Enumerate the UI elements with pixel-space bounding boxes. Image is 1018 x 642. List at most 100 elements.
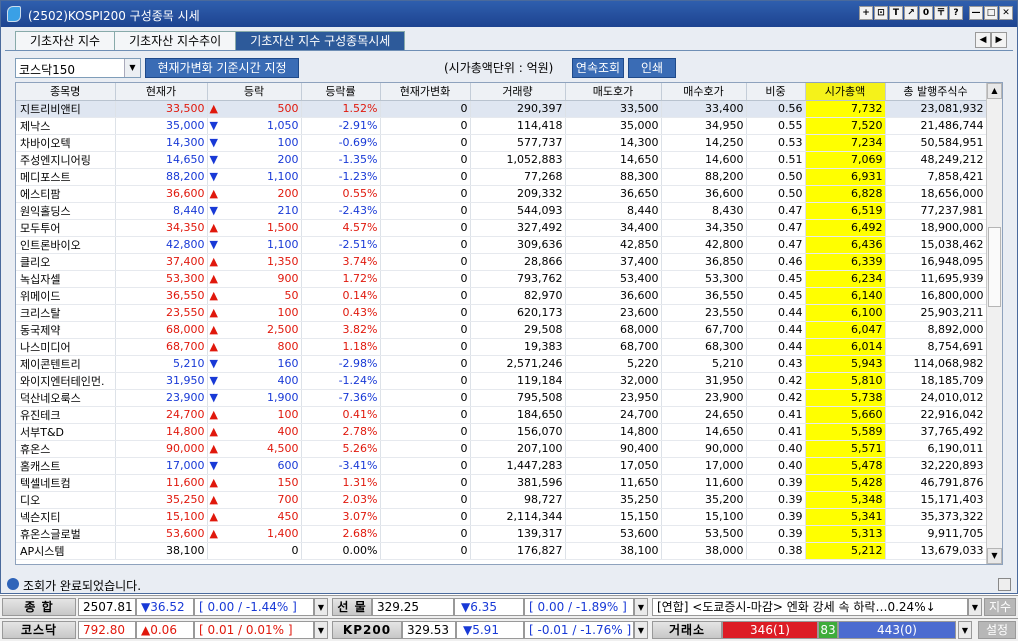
close-icon[interactable]: ✕ <box>999 6 1013 20</box>
maximize-icon[interactable]: □ <box>984 6 998 20</box>
cell-name: 제낙스 <box>16 117 116 135</box>
col-price-change[interactable]: 현재가변화 <box>380 83 471 101</box>
status-message: 조회가 완료되었습니다. <box>23 579 142 593</box>
chevron-down-icon[interactable]: ▼ <box>958 621 972 639</box>
zero-icon[interactable]: 0 <box>919 6 933 20</box>
table-row[interactable]: 모두투어 34,350 ▲ 1,500 4.57% 0 327,492 34,400 34,35… <box>16 219 987 237</box>
cell-market-cap: 6,140 <box>805 287 886 305</box>
screen-icon[interactable]: ⊡ <box>874 6 888 20</box>
tab-index[interactable]: 기초자산 지수 <box>15 31 116 51</box>
cell-price-change: 0 <box>380 185 471 203</box>
chevron-down-icon[interactable]: ▼ <box>314 621 328 639</box>
tab-prev-icon[interactable]: ◀ <box>975 32 991 48</box>
cell-rate: -2.51% <box>301 236 381 254</box>
change-value: 1,500 <box>267 221 299 234</box>
table-row[interactable]: 서부T&D 14,800 ▲ 400 2.78% 0 156,070 14,800 14,650… <box>16 423 987 441</box>
cell-shares: 13,679,033 <box>885 542 987 560</box>
table-row[interactable]: 휴온스 90,000 ▲ 4,500 5.26% 0 207,100 90,400 90,000… <box>16 440 987 458</box>
chevron-down-icon[interactable]: ▼ <box>634 598 648 616</box>
pin-icon[interactable]: 〒 <box>934 6 948 20</box>
resize-grip-icon[interactable] <box>998 578 1011 591</box>
col-ask[interactable]: 매도호가 <box>565 83 662 101</box>
print-button[interactable]: 인쇄 <box>628 58 676 78</box>
base-time-button[interactable]: 현재가변화 기준시간 지정 <box>145 58 299 78</box>
cell-bid: 35,200 <box>661 491 747 509</box>
col-change[interactable]: 등락 <box>207 83 302 101</box>
market-select[interactable]: 코스닥150 ▼ <box>15 58 141 78</box>
table-row[interactable]: 지트리비앤티 33,500 ▲ 500 1.52% 0 290,397 33,500 33,40… <box>16 100 987 118</box>
minimize-icon[interactable]: — <box>969 6 983 20</box>
kosdaq-value: 792.80 <box>78 621 136 639</box>
cell-bid: 53,300 <box>661 270 747 288</box>
scroll-thumb[interactable] <box>988 227 1001 307</box>
table-row[interactable]: 원익홀딩스 8,440 ▼ 210 -2.43% 0 544,093 8,440 8,430 0.… <box>16 202 987 220</box>
table-row[interactable]: 동국제약 68,000 ▲ 2,500 3.82% 0 29,508 68,000 67,700… <box>16 321 987 339</box>
cell-rate: -1.23% <box>301 168 381 186</box>
change-value: 210 <box>277 204 299 217</box>
up-arrow-icon: ▲ <box>209 425 218 438</box>
cell-ask: 35,000 <box>565 117 662 135</box>
table-row[interactable]: AP시스템 38,100 0 0.00% 0 176,827 38,100 38,000 0.3… <box>16 542 987 560</box>
table-row[interactable]: 차바이오텍 14,300 ▼ 100 -0.69% 0 577,737 14,300 14,25… <box>16 134 987 152</box>
cell-shares: 15,038,462 <box>885 236 987 254</box>
table-row[interactable]: 에스티팜 36,600 ▲ 200 0.55% 0 209,332 36,650 36,600 0… <box>16 185 987 203</box>
col-market-cap[interactable]: 시가총액 <box>805 83 886 101</box>
table-row[interactable]: 나스미디어 68,700 ▲ 800 1.18% 0 19,383 68,700 68,300 0… <box>16 338 987 356</box>
col-rate[interactable]: 등락률 <box>301 83 381 101</box>
tab-constituents[interactable]: 기초자산 지수 구성종목시세 <box>235 31 406 51</box>
table-row[interactable]: 인트론바이오 42,800 ▼ 1,100 -2.51% 0 309,636 42,850 42… <box>16 236 987 254</box>
cell-volume: 2,114,344 <box>470 508 566 526</box>
cell-shares: 46,791,876 <box>885 474 987 492</box>
cell-price-change: 0 <box>380 270 471 288</box>
scroll-down-icon[interactable]: ▼ <box>987 548 1002 564</box>
chevron-down-icon[interactable]: ▼ <box>634 621 648 639</box>
chevron-down-icon[interactable]: ▼ <box>124 59 140 77</box>
cell-bid: 14,650 <box>661 423 747 441</box>
help-icon[interactable]: ? <box>949 6 963 20</box>
table-row[interactable]: 메디포스트 88,200 ▼ 1,100 -1.23% 0 77,268 88,300 88,2… <box>16 168 987 186</box>
col-volume[interactable]: 거래량 <box>470 83 566 101</box>
index-button[interactable]: 지수 <box>984 598 1016 616</box>
settings-button[interactable]: 설정 <box>978 621 1016 639</box>
col-price[interactable]: 현재가 <box>115 83 208 101</box>
col-bid[interactable]: 매수호가 <box>661 83 747 101</box>
col-name[interactable]: 종목명 <box>16 83 116 101</box>
table-row[interactable]: 클리오 37,400 ▲ 1,350 3.74% 0 28,866 37,400 36,850 0… <box>16 253 987 271</box>
table-row[interactable]: 제이콘텐트리 5,210 ▼ 160 -2.98% 0 2,571,246 5,220 5,21… <box>16 355 987 373</box>
table-row[interactable]: 홈캐스트 17,000 ▼ 600 -3.41% 0 1,447,283 17,050 17,0… <box>16 457 987 475</box>
table-row[interactable]: 휴온스글로벌 53,600 ▲ 1,400 2.68% 0 139,317 53,600 53,… <box>16 525 987 543</box>
tab-index-trend[interactable]: 기초자산 지수추이 <box>114 31 237 51</box>
continuous-button[interactable]: 연속조회 <box>572 58 624 78</box>
news-ticker[interactable]: [연합] <도쿄증시-마감> 엔화 강세 속 하락…0.24%↓ <box>652 598 968 616</box>
cell-rate: -0.69% <box>301 134 381 152</box>
cell-weight: 0.50 <box>746 168 806 186</box>
chevron-down-icon[interactable]: ▼ <box>968 598 982 616</box>
add-icon[interactable]: + <box>859 6 873 20</box>
tab-next-icon[interactable]: ▶ <box>991 32 1007 48</box>
link-icon[interactable]: ↗ <box>904 6 918 20</box>
col-shares[interactable]: 총 발행주식수 <box>885 83 987 101</box>
vertical-scrollbar[interactable]: ▲ ▼ <box>986 83 1002 564</box>
table-row[interactable]: 덕산네오룩스 23,900 ▼ 1,900 -7.36% 0 795,508 23,950 23… <box>16 389 987 407</box>
table-row[interactable]: 녹십자셀 53,300 ▲ 900 1.72% 0 793,762 53,400 53,300 0… <box>16 270 987 288</box>
table-row[interactable]: 제낙스 35,000 ▼ 1,050 -2.91% 0 114,418 35,000 34,95… <box>16 117 987 135</box>
scroll-up-icon[interactable]: ▲ <box>987 83 1002 99</box>
cell-shares: 8,754,691 <box>885 338 987 356</box>
table-row[interactable]: 유진테크 24,700 ▲ 100 0.41% 0 184,650 24,700 24,650 0… <box>16 406 987 424</box>
table-row[interactable]: 넥슨지티 15,100 ▲ 450 3.07% 0 2,114,344 15,150 15,10… <box>16 508 987 526</box>
table-row[interactable]: 와이지엔터테인먼. 31,950 ▼ 400 -1.24% 0 119,184 32,000 3… <box>16 372 987 390</box>
col-weight[interactable]: 비중 <box>746 83 806 101</box>
cell-ask: 36,600 <box>565 287 662 305</box>
table-row[interactable]: 텍셀네트컴 11,600 ▲ 150 1.31% 0 381,596 11,650 11,600… <box>16 474 987 492</box>
cell-name: 나스미디어 <box>16 338 116 356</box>
cell-change: 0 <box>207 542 302 560</box>
table-row[interactable]: 위메이드 36,550 ▲ 50 0.14% 0 82,970 36,600 36,550 0.4… <box>16 287 987 305</box>
cell-change: ▼ 1,100 <box>207 236 302 254</box>
table-row[interactable]: 주성엔지니어링 14,650 ▼ 200 -1.35% 0 1,052,883 14,650 1… <box>16 151 987 169</box>
table-row[interactable]: 크리스탈 23,550 ▲ 100 0.43% 0 620,173 23,600 23,550 0… <box>16 304 987 322</box>
text-icon[interactable]: T <box>889 6 903 20</box>
cell-weight: 0.42 <box>746 372 806 390</box>
chevron-down-icon[interactable]: ▼ <box>314 598 328 616</box>
change-value: 400 <box>277 374 299 387</box>
table-row[interactable]: 디오 35,250 ▲ 700 2.03% 0 98,727 35,250 35,200 0.39… <box>16 491 987 509</box>
